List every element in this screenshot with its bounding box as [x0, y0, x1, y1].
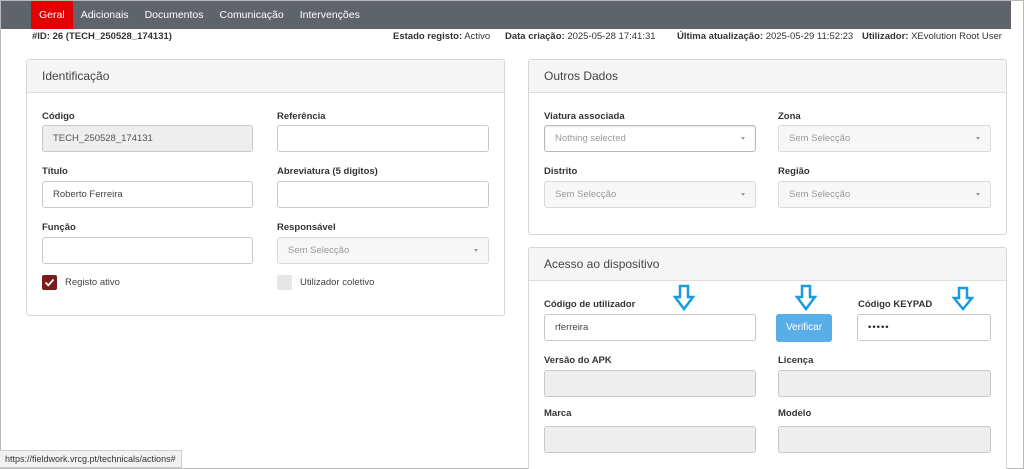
tab-adicionais[interactable]: Adicionais [73, 1, 137, 29]
caret-down-icon [474, 249, 478, 252]
creation-date: Data criação: 2025-05-28 17:41:31 [505, 31, 656, 42]
abreviatura-field[interactable] [277, 181, 489, 208]
funcao-label: Função [42, 222, 76, 233]
modelo-field[interactable] [778, 426, 991, 453]
utilizador-coletivo-label: Utilizador coletivo [300, 277, 375, 288]
outros-dados-panel-title: Outros Dados [529, 60, 1006, 93]
zona-label: Zona [778, 111, 801, 122]
licenca-field[interactable] [778, 370, 991, 397]
distrito-select[interactable]: Sem Selecção [544, 181, 756, 208]
licenca-label: Licença [778, 355, 814, 366]
caret-down-icon [976, 193, 980, 196]
last-update: Última atualização: 2025-05-29 11:52:23 [677, 31, 854, 42]
abreviatura-label: Abreviatura (5 digitos) [277, 166, 378, 177]
caret-down-icon [976, 137, 980, 140]
modelo-label: Modelo [778, 408, 812, 419]
registo-ativo-checkbox[interactable] [42, 275, 57, 290]
codigo-keypad-field[interactable]: ••••• [857, 314, 991, 341]
viatura-select[interactable]: Nothing selected [544, 125, 756, 152]
tab-intervencoes[interactable]: Intervenções [292, 1, 368, 29]
distrito-select-value: Sem Selecção [555, 189, 617, 200]
regiao-select-value: Sem Selecção [789, 189, 851, 200]
identificacao-panel-title: Identificação [27, 60, 504, 93]
tab-documentos[interactable]: Documentos [137, 1, 212, 29]
down-arrow-annotation-icon [952, 286, 974, 311]
codigo-field[interactable]: TECH_250528_174131 [42, 125, 253, 152]
titulo-label: Título [42, 166, 68, 177]
versao-apk-label: Versão do APK [544, 355, 612, 366]
down-arrow-annotation-icon [673, 284, 695, 312]
responsavel-label: Responsável [277, 222, 336, 233]
responsavel-select-value: Sem Selecção [288, 245, 350, 256]
current-user: Utilizador: XEvolution Root User [862, 31, 1002, 42]
utilizador-coletivo-checkbox[interactable] [277, 275, 292, 290]
zona-select-value: Sem Selecção [789, 133, 851, 144]
record-id: #ID: 26 (TECH_250528_174131) [32, 31, 172, 42]
acesso-dispositivo-panel: Acesso ao dispositivo Código de utilizad… [528, 247, 1007, 469]
funcao-field[interactable] [42, 237, 253, 264]
responsavel-select[interactable]: Sem Selecção [277, 237, 489, 264]
caret-down-icon [741, 193, 745, 196]
acesso-dispositivo-panel-title: Acesso ao dispositivo [529, 248, 1006, 281]
referencia-label: Referência [277, 111, 326, 122]
tab-comunicacao[interactable]: Comunicação [212, 1, 292, 29]
codigo-utilizador-label: Código de utilizador [544, 299, 636, 310]
tab-geral[interactable]: Geral [31, 1, 73, 29]
down-arrow-annotation-icon [795, 284, 817, 312]
referencia-field[interactable] [277, 125, 489, 152]
regiao-select[interactable]: Sem Selecção [778, 181, 991, 208]
viatura-label: Viatura associada [544, 111, 625, 122]
codigo-label: Código [42, 111, 75, 122]
distrito-label: Distrito [544, 166, 578, 177]
verificar-button[interactable]: Verificar [776, 314, 832, 342]
zona-select[interactable]: Sem Selecção [778, 125, 991, 152]
marca-field[interactable] [544, 426, 756, 453]
versao-apk-field[interactable] [544, 370, 756, 397]
titulo-field[interactable]: Roberto Ferreira [42, 181, 253, 208]
record-state: Estado registo: Activo [393, 31, 491, 42]
viatura-select-value: Nothing selected [555, 133, 626, 144]
marca-label: Marca [544, 408, 572, 419]
caret-down-icon [741, 137, 745, 140]
checkmark-icon [44, 278, 55, 287]
codigo-utilizador-field[interactable]: rferreira [544, 314, 756, 341]
registo-ativo-label: Registo ativo [65, 277, 120, 288]
status-bar-url: https://fieldwork.vrcg.pt/technicals/act… [0, 450, 182, 468]
outros-dados-panel: Outros Dados Viatura associada Nothing s… [528, 59, 1007, 235]
identificacao-panel: Identificação Código TECH_250528_174131 … [26, 59, 505, 316]
regiao-label: Região [778, 166, 810, 177]
tab-bar: Geral Adicionais Documentos Comunicação … [1, 1, 1011, 29]
codigo-keypad-label: Código KEYPAD [858, 299, 933, 310]
